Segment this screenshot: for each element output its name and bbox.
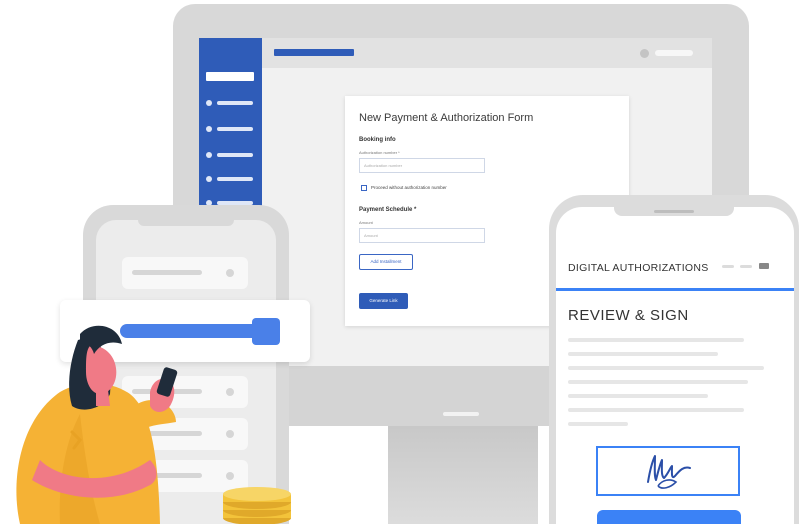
left-phone-notch (138, 220, 234, 226)
document-text-line (568, 408, 744, 412)
highlighted-item-action-icon[interactable] (252, 318, 280, 345)
sign-button[interactable] (597, 510, 741, 524)
form-title: New Payment & Authorization Form (359, 112, 534, 124)
booking-info-heading: Booking info (359, 137, 396, 143)
sidebar-logo (206, 72, 254, 81)
auth-number-label: Authorization number * (359, 150, 400, 155)
topbar-title-placeholder (274, 49, 354, 56)
payment-schedule-heading: Payment Schedule * (359, 207, 417, 213)
list-item-dot-icon (226, 269, 234, 277)
digital-authorizations-title: DIGITAL AUTHORIZATIONS (568, 262, 709, 274)
desktop-monitor-logo-line (443, 412, 479, 416)
desktop-monitor-stand (388, 426, 538, 524)
sidebar-item-icon (206, 126, 212, 132)
sidebar-item-icon (206, 100, 212, 106)
wifi-icon (740, 265, 752, 268)
signal-icon (722, 265, 734, 268)
add-installment-label: Add Installment (370, 259, 402, 264)
battery-icon (759, 263, 769, 269)
sidebar-item-label (217, 177, 253, 181)
sidebar-item[interactable] (206, 100, 256, 106)
review-and-sign-heading: REVIEW & SIGN (568, 307, 689, 324)
document-text-line (568, 422, 628, 426)
document-text-line (568, 394, 708, 398)
document-text-line (568, 366, 764, 370)
sidebar-item-icon (206, 152, 212, 158)
signature-box[interactable] (596, 446, 740, 496)
person-with-phone-illustration (16, 325, 178, 524)
add-installment-button[interactable]: Add Installment (359, 254, 413, 270)
proceed-without-auth-label: Proceed without authorization number (371, 185, 447, 190)
generate-link-button[interactable]: Generate Link (359, 293, 408, 309)
signature-scribble-icon (647, 455, 691, 489)
sidebar-item-label (217, 101, 253, 105)
list-item-text-placeholder (132, 270, 202, 275)
sidebar-item[interactable] (206, 126, 256, 132)
header-divider (556, 288, 794, 291)
document-text-line (568, 352, 718, 356)
amount-input[interactable]: Amount (359, 228, 485, 243)
sidebar-item[interactable] (206, 176, 256, 182)
proceed-without-auth-checkbox[interactable] (361, 185, 367, 191)
document-text-line (568, 380, 748, 384)
amount-label: Amount (359, 220, 373, 225)
sidebar-item[interactable] (206, 152, 256, 158)
right-phone-speaker (654, 210, 694, 213)
amount-placeholder: Amount (364, 233, 378, 238)
list-item[interactable] (122, 257, 248, 289)
document-text-line (568, 338, 744, 342)
sidebar-item-icon (206, 176, 212, 182)
coin-stack-icon (223, 487, 291, 524)
auth-number-placeholder: Authorization number (364, 163, 403, 168)
sidebar-item-label (217, 127, 253, 131)
topbar-user-name-placeholder[interactable] (655, 50, 693, 56)
user-avatar-icon[interactable] (640, 49, 649, 58)
app-topbar (262, 38, 712, 68)
auth-number-input[interactable]: Authorization number (359, 158, 485, 173)
sidebar-item-label (217, 153, 253, 157)
generate-link-label: Generate Link (369, 298, 398, 303)
